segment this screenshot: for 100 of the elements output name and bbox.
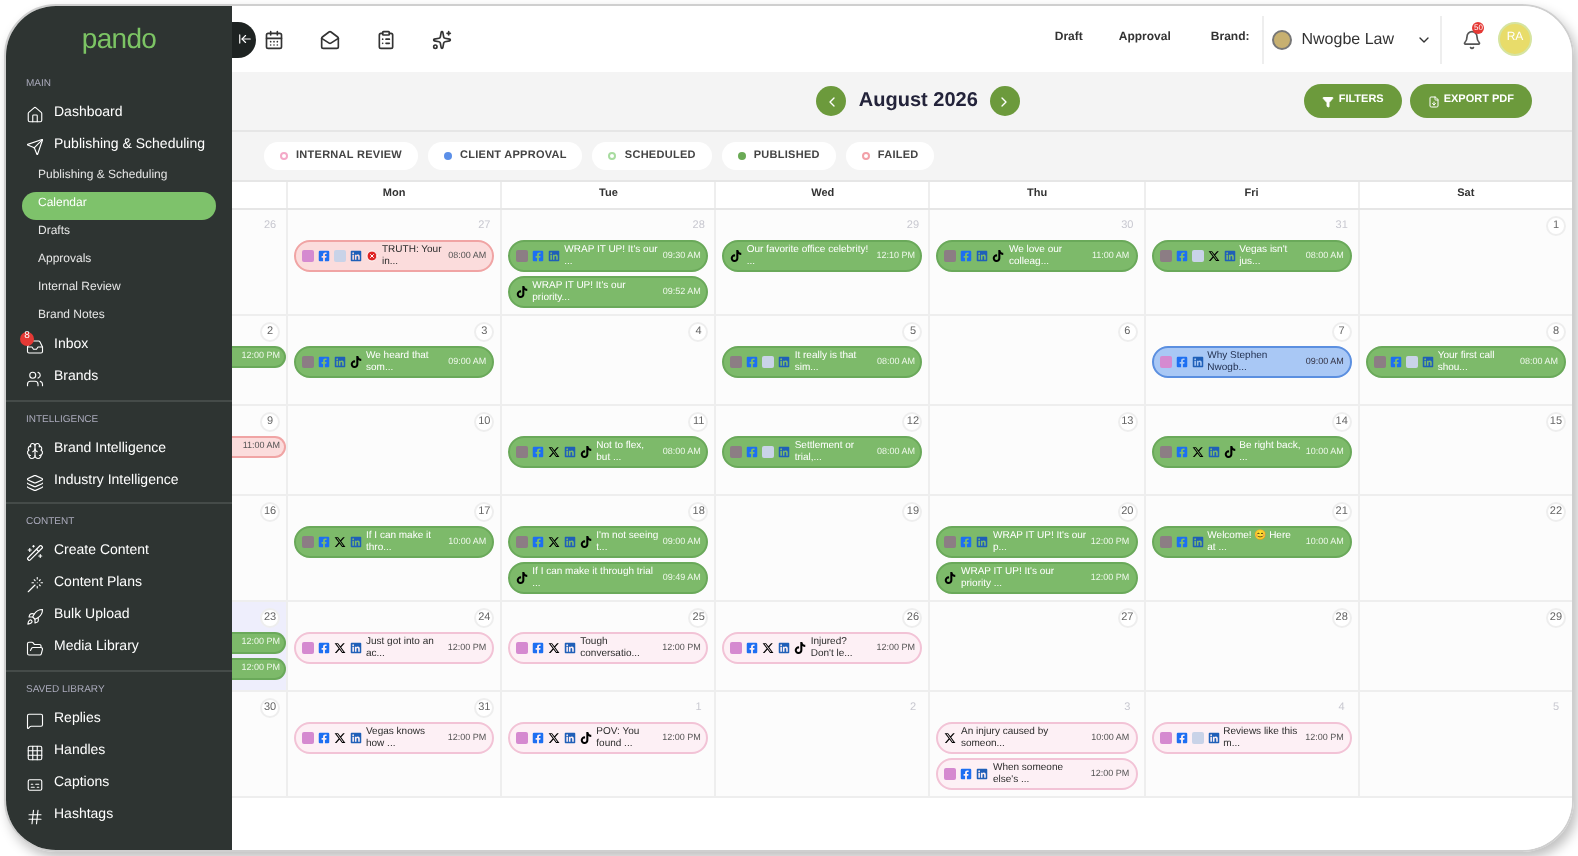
facebook-icon (746, 356, 759, 368)
linkedin-icon (564, 642, 577, 654)
report-icon[interactable] (376, 29, 396, 49)
facebook-icon (318, 536, 330, 548)
square-icon (1191, 250, 1204, 262)
error-icon (366, 250, 378, 262)
logo[interactable]: pando (81, 18, 157, 60)
square-icon (1159, 250, 1172, 262)
users-icon (26, 370, 44, 388)
linkedin-icon (1191, 356, 1204, 368)
linkedin-icon (564, 446, 577, 458)
linkedin-icon (778, 642, 791, 654)
square-icon (944, 768, 957, 780)
paper-plane-icon (26, 138, 44, 156)
envelope-icon[interactable] (320, 29, 340, 49)
facebook-icon (532, 446, 545, 458)
facebook-icon (318, 356, 330, 368)
x-icon (548, 446, 561, 458)
x-icon (1191, 446, 1204, 458)
folder-icon (26, 640, 44, 658)
facebook-icon (1175, 446, 1188, 458)
square-icon (302, 732, 314, 744)
facebook-icon (1175, 356, 1188, 368)
brand-selector[interactable]: Nwogbe Law (1261, 15, 1442, 63)
previous-month-button[interactable] (816, 86, 847, 116)
bell-icon[interactable] (1462, 29, 1482, 49)
magic-wand-icon (26, 576, 44, 594)
linkedin-icon (1191, 536, 1204, 548)
facebook-icon (532, 732, 545, 744)
tiktok-icon (992, 250, 1005, 262)
linkedin-icon (548, 250, 561, 262)
square-icon (730, 446, 743, 458)
tiktok-icon (350, 356, 362, 368)
x-icon (944, 732, 957, 744)
x-icon (1207, 250, 1220, 262)
facebook-icon (532, 536, 545, 548)
collapse-icon (237, 32, 251, 46)
x-icon (548, 732, 561, 744)
square-icon (1159, 732, 1172, 744)
square-icon (730, 356, 743, 368)
linkedin-icon (334, 356, 346, 368)
facebook-icon (532, 642, 545, 654)
sparkles-icon[interactable] (432, 29, 452, 49)
square-icon (944, 250, 957, 262)
square-icon (302, 356, 314, 368)
square-icon (1159, 536, 1172, 548)
x-icon (334, 732, 346, 744)
document-icon (1427, 95, 1440, 107)
square-icon (944, 536, 957, 548)
linkedin-icon (976, 536, 989, 548)
linkedin-icon (1207, 732, 1220, 744)
square-icon (762, 446, 775, 458)
x-icon (334, 642, 346, 654)
linkedin-icon (1421, 356, 1434, 368)
home-icon (26, 106, 44, 124)
facebook-icon (1389, 356, 1402, 368)
linkedin-icon (564, 536, 577, 548)
facebook-icon (1175, 536, 1188, 548)
square-icon (302, 642, 314, 654)
calendar-icon[interactable] (264, 29, 284, 49)
x-icon (548, 536, 561, 548)
square-icon (1159, 446, 1172, 458)
tiktok-icon (580, 732, 593, 744)
facebook-icon (960, 768, 973, 780)
tiktok-icon (580, 446, 593, 458)
collapse-button[interactable] (232, 21, 256, 57)
square-icon (1405, 356, 1418, 368)
facebook-icon (746, 642, 759, 654)
facebook-icon (1175, 732, 1188, 744)
inbox-icon (26, 338, 44, 356)
linkedin-icon (778, 446, 791, 458)
facebook-icon (532, 250, 545, 262)
tiktok-icon (580, 536, 593, 548)
brain-icon (26, 441, 44, 459)
brand-logo-icon (1271, 29, 1292, 49)
square-icon (730, 642, 743, 654)
next-month-button[interactable] (989, 86, 1020, 116)
facebook-icon (318, 250, 330, 262)
x-icon (334, 536, 346, 548)
linkedin-icon (1207, 446, 1220, 458)
month-title: August 2026 (858, 88, 978, 116)
facebook-icon (746, 446, 759, 458)
square-icon (762, 356, 775, 368)
linkedin-icon (350, 642, 362, 654)
square-icon (516, 732, 529, 744)
facebook-icon (960, 536, 973, 548)
x-icon (762, 642, 775, 654)
square-icon (1373, 356, 1386, 368)
tiktok-icon (730, 250, 743, 262)
grid-icon (26, 743, 44, 761)
layers-icon (26, 473, 44, 491)
linkedin-icon (976, 250, 989, 262)
linkedin-icon (350, 250, 362, 262)
filter-icon (1322, 95, 1335, 107)
facebook-icon (1175, 250, 1188, 262)
facebook-icon (318, 642, 330, 654)
linkedin-icon (350, 536, 362, 548)
tiktok-icon (516, 572, 529, 584)
square-icon (302, 250, 314, 262)
linkedin-icon (1223, 250, 1236, 262)
